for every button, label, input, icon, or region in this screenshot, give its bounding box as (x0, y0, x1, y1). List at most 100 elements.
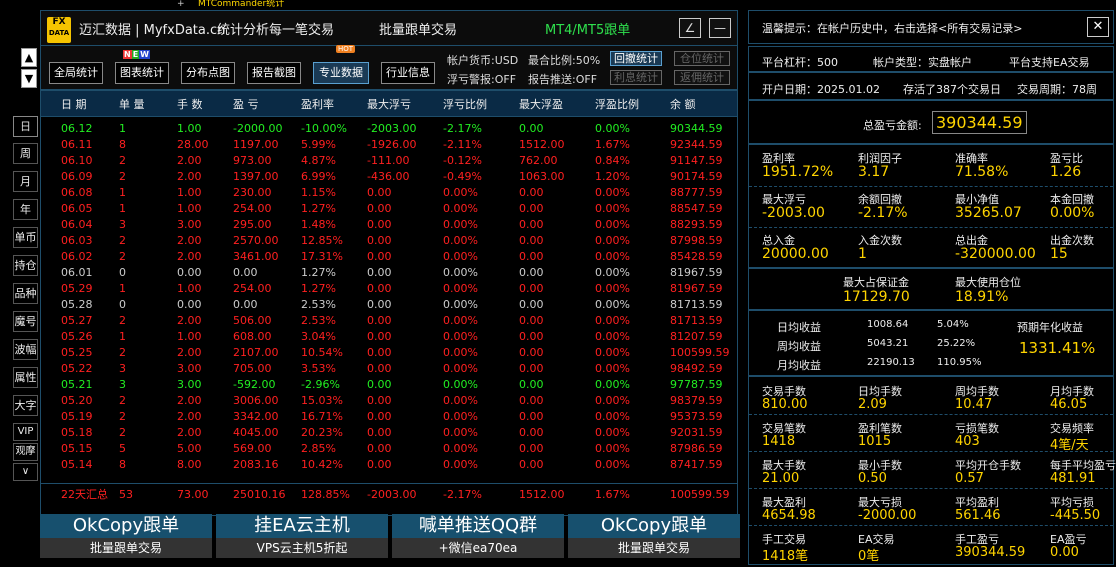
right-stats-panel: 温馨提示：在帐户历史中，右击选择<所有交易记录> ✕ 平台杠杆：500 帐户类型… (748, 10, 1116, 565)
row-divider (749, 451, 1113, 452)
col-header-0[interactable]: 日 期 (61, 96, 87, 112)
ad-banner-0[interactable]: OkCopy跟单 批量跟单交易 (40, 514, 212, 560)
ad-banner-2[interactable]: 喊单推送QQ群 +微信ea70ea (392, 514, 564, 560)
col-header-8[interactable]: 浮盈比例 (595, 96, 639, 112)
mt-copy-link[interactable]: MT4/MT5跟单 (545, 19, 630, 38)
close-button[interactable]: ✕ (1087, 17, 1109, 37)
table-cell: 1197.00 (233, 138, 279, 151)
pro-data-button[interactable]: 专业数据 (313, 62, 369, 84)
table-row[interactable]: 06.09 2 2.00 1397.00 6.99% -436.00 -0.49% 1063.… (41, 169, 737, 185)
ad-subtitle[interactable]: 批量跟单交易 (568, 538, 740, 558)
side-button-2[interactable]: 月 (13, 171, 38, 192)
table-row[interactable]: 05.22 3 3.00 705.00 3.53% 0.00 0.00% 0.00 0.00% 9… (41, 361, 737, 377)
total-pl-value: 390344.59 (932, 111, 1027, 134)
drawdown-stats-button[interactable]: 回撤统计 (610, 51, 662, 66)
side-button-5[interactable]: 持仓 (13, 255, 38, 276)
table-cell: 1.27% (301, 202, 336, 215)
global-stats-button[interactable]: 全局统计 (49, 62, 103, 84)
table-cell: 1397.00 (233, 170, 279, 183)
ad-subtitle[interactable]: VPS云主机5折起 (216, 538, 388, 558)
side-button-13[interactable]: ∨ (13, 463, 38, 481)
col-header-3[interactable]: 盈 亏 (233, 96, 259, 112)
table-cell: 0.00% (443, 362, 478, 375)
table-cell: 0.00% (443, 426, 478, 439)
table-cell: 3 (119, 378, 126, 391)
industry-info-button[interactable]: 行业信息 (381, 62, 435, 84)
table-cell: 1.27% (301, 266, 336, 279)
side-button-10[interactable]: 大字 (13, 395, 38, 416)
table-row[interactable]: 05.15 5 5.00 569.00 2.85% 0.00 0.00% 0.00 0.00% 8… (41, 441, 737, 457)
ad-title[interactable]: 喊单推送QQ群 (392, 514, 564, 538)
stat-value: 10.47 (955, 397, 993, 412)
col-header-4[interactable]: 盈利率 (301, 96, 334, 112)
rebate-stats-button[interactable]: 返佣统计 (674, 70, 730, 85)
scroll-up-button[interactable]: ▲ (21, 48, 37, 67)
edit-button[interactable]: ∠ (679, 18, 701, 38)
side-button-6[interactable]: 品种 (13, 283, 38, 304)
table-row[interactable]: 05.27 2 2.00 506.00 2.53% 0.00 0.00% 0.00 0.00% 8… (41, 313, 737, 329)
expand-icon[interactable]: + (177, 0, 185, 9)
top-strip: + MTCommander统计 (0, 0, 1116, 10)
position-stats-button[interactable]: 仓位统计 (674, 51, 730, 66)
ad-title[interactable]: OkCopy跟单 (568, 514, 740, 538)
table-cell: 1 (119, 122, 126, 135)
ad-title[interactable]: OkCopy跟单 (40, 514, 212, 538)
table-row[interactable]: 06.02 2 2.00 3461.00 17.31% 0.00 0.00% 0.00 0.00… (41, 249, 737, 265)
side-button-7[interactable]: 魔号 (13, 311, 38, 332)
col-header-7[interactable]: 最大浮盈 (519, 96, 563, 112)
report-push[interactable]: 报告推送:OFF (528, 71, 597, 87)
col-header-2[interactable]: 手 数 (177, 96, 203, 112)
col-header-6[interactable]: 浮亏比例 (443, 96, 487, 112)
col-header-5[interactable]: 最大浮亏 (367, 96, 411, 112)
interest-stats-button[interactable]: 利息统计 (610, 70, 662, 85)
ad-subtitle[interactable]: 批量跟单交易 (40, 538, 212, 558)
report-screenshot-button[interactable]: 报告截图 (247, 62, 301, 84)
table-cell: 506.00 (233, 314, 272, 327)
account-currency[interactable]: 帐户货币:USD (447, 52, 518, 68)
minimize-button[interactable]: — (709, 18, 731, 38)
table-row[interactable]: 05.29 1 1.00 254.00 1.27% 0.00 0.00% 0.00 0.00% 8… (41, 281, 737, 297)
side-button-9[interactable]: 属性 (13, 367, 38, 388)
distribution-button[interactable]: 分布点图 (181, 62, 235, 84)
summary-row: 22天汇总 53 73.00 25010.16 128.85% -2003.00 -2.17… (41, 483, 737, 505)
table-row[interactable]: 05.14 8 8.00 2083.16 10.42% 0.00 0.00% 0.00 0.00… (41, 457, 737, 473)
col-header-1[interactable]: 单 量 (119, 96, 145, 112)
table-row[interactable]: 05.20 2 2.00 3006.00 15.03% 0.00 0.00% 0.00 0.00… (41, 393, 737, 409)
table-cell: 8 (119, 138, 126, 151)
table-row[interactable]: 05.25 2 2.00 2107.00 10.54% 0.00 0.00% 0.00 0.00… (41, 345, 737, 361)
table-row[interactable]: 06.08 1 1.00 230.00 1.15% 0.00 0.00% 0.00 0.00% 8… (41, 185, 737, 201)
ad-title[interactable]: 挂EA云主机 (216, 514, 388, 538)
side-button-1[interactable]: 周 (13, 143, 38, 164)
ad-banner-1[interactable]: 挂EA云主机 VPS云主机5折起 (216, 514, 388, 560)
table-row[interactable]: 06.04 3 3.00 295.00 1.48% 0.00 0.00% 0.00 0.00% 8… (41, 217, 737, 233)
ad-banner-3[interactable]: OkCopy跟单 批量跟单交易 (568, 514, 740, 560)
side-button-12[interactable]: 观摩 (13, 443, 38, 461)
table-cell: 0.00 (519, 266, 544, 279)
table-row[interactable]: 05.28 0 0.00 0.00 2.53% 0.00 0.00% 0.00 0.00% 817… (41, 297, 737, 313)
col-header-9[interactable]: 余 额 (670, 96, 696, 112)
side-button-4[interactable]: 单币 (13, 227, 38, 248)
table-row[interactable]: 06.12 1 1.00 -2000.00 -10.00% -2003.00 -2.17% 0… (41, 121, 737, 137)
side-button-3[interactable]: 年 (13, 199, 38, 220)
table-row[interactable]: 05.19 2 2.00 3342.00 16.71% 0.00 0.00% 0.00 0.00… (41, 409, 737, 425)
chart-stats-button[interactable]: 图表统计 (115, 62, 169, 84)
table-row[interactable]: 06.01 0 0.00 0.00 1.27% 0.00 0.00% 0.00 0.00% 819… (41, 265, 737, 281)
table-row[interactable]: 06.11 8 28.00 1197.00 5.99% -1926.00 -2.11% 151… (41, 137, 737, 153)
table-cell: 85428.59 (670, 250, 723, 263)
table-row[interactable]: 05.18 2 2.00 4045.00 20.23% 0.00 0.00% 0.00 0.00… (41, 425, 737, 441)
table-cell: 2.00 (177, 170, 202, 183)
side-button-0[interactable]: 日 (13, 116, 38, 137)
table-cell: 05.27 (61, 314, 93, 327)
scroll-down-button[interactable]: ▼ (21, 69, 37, 88)
table-row[interactable]: 05.26 1 1.00 608.00 3.04% 0.00 0.00% 0.00 0.00% 8… (41, 329, 737, 345)
table-cell: 0.00 (519, 346, 544, 359)
side-button-8[interactable]: 波幅 (13, 339, 38, 360)
table-row[interactable]: 05.21 3 3.00 -592.00 -2.96% 0.00 0.00% 0.00 0.00… (41, 377, 737, 393)
side-button-11[interactable]: VIP (13, 423, 38, 441)
float-loss-alert[interactable]: 浮亏警报:OFF (447, 71, 516, 87)
combine-ratio[interactable]: 最合比例:50% (528, 52, 600, 68)
table-row[interactable]: 06.05 1 1.00 254.00 1.27% 0.00 0.00% 0.00 0.00% 8… (41, 201, 737, 217)
ad-subtitle[interactable]: +微信ea70ea (392, 538, 564, 558)
table-row[interactable]: 06.03 2 2.00 2570.00 12.85% 0.00 0.00% 0.00 0.00… (41, 233, 737, 249)
table-row[interactable]: 06.10 2 2.00 973.00 4.87% -111.00 -0.12% 762.00… (41, 153, 737, 169)
